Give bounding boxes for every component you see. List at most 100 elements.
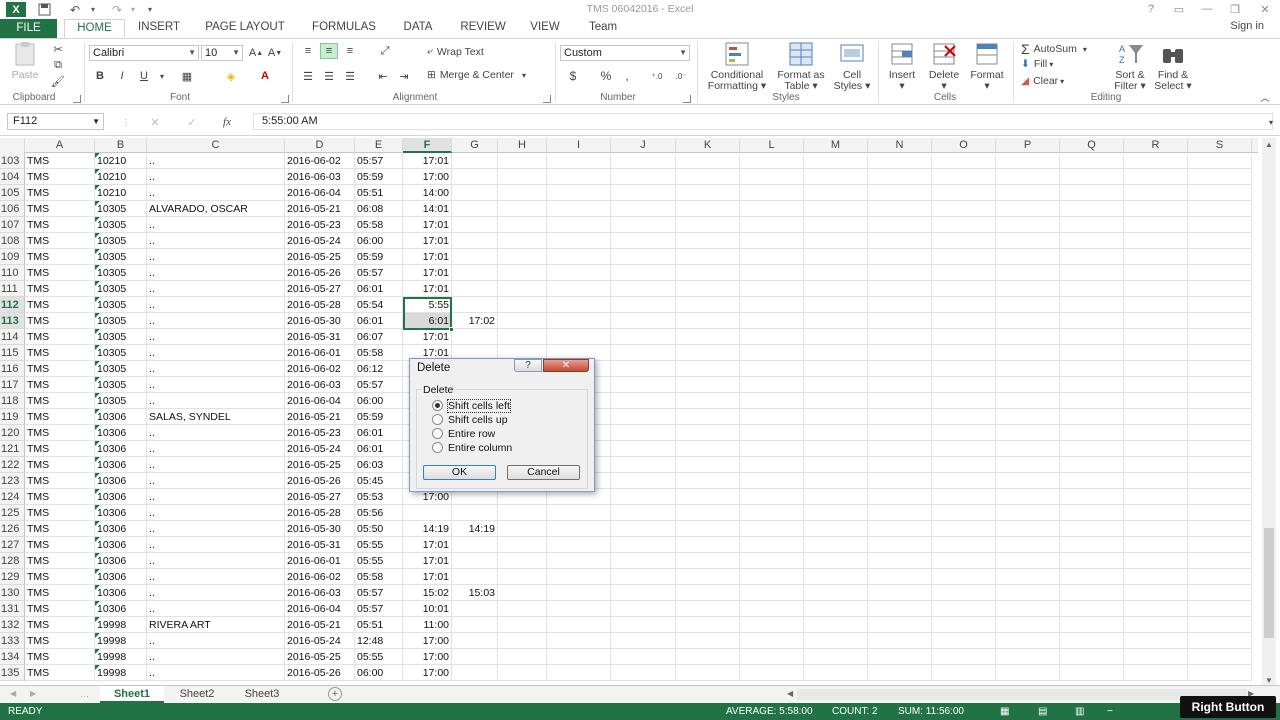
find-select-button[interactable]: Find & Select ▾ [1152, 41, 1194, 92]
cell-d[interactable]: 2016-05-25 [285, 457, 355, 473]
cell-f[interactable]: 5:55 [403, 297, 452, 313]
cell-o[interactable] [932, 505, 996, 521]
cell-a[interactable]: TMS [25, 233, 95, 249]
cell-h[interactable] [498, 169, 547, 185]
row-header[interactable]: 124 [0, 489, 25, 505]
cell-a[interactable]: TMS [25, 489, 95, 505]
cell-o[interactable] [932, 553, 996, 569]
cell-p[interactable] [996, 201, 1060, 217]
column-header-h[interactable]: H [498, 138, 547, 153]
cell-s[interactable] [1188, 201, 1252, 217]
row-header[interactable]: 110 [0, 265, 25, 281]
cell-d[interactable]: 2016-06-04 [285, 393, 355, 409]
help-icon[interactable]: ? [1140, 1, 1162, 17]
cell-s[interactable] [1188, 329, 1252, 345]
minimize-icon[interactable]: — [1196, 1, 1218, 17]
column-header-o[interactable]: O [932, 138, 996, 153]
cell-p[interactable] [996, 569, 1060, 585]
tab-team[interactable]: Team [579, 19, 627, 38]
cell-c[interactable]: .. [147, 457, 285, 473]
cell-p[interactable] [996, 633, 1060, 649]
cell-p[interactable] [996, 393, 1060, 409]
cell-g[interactable] [452, 217, 498, 233]
cell-q[interactable] [1060, 633, 1124, 649]
cell-b[interactable]: 10306 [95, 569, 147, 585]
cell-g[interactable] [452, 537, 498, 553]
cell-d[interactable]: 2016-06-02 [285, 153, 355, 169]
increase-indent-icon[interactable]: ⇥ [395, 68, 413, 84]
tab-formulas[interactable]: FORMULAS [305, 19, 383, 38]
cell-o[interactable] [932, 521, 996, 537]
cell-r[interactable] [1124, 169, 1188, 185]
cell-s[interactable] [1188, 377, 1252, 393]
cell-e[interactable]: 05:51 [355, 185, 403, 201]
cell-g[interactable] [452, 505, 498, 521]
cell-q[interactable] [1060, 169, 1124, 185]
cell-k[interactable] [676, 649, 740, 665]
cell-n[interactable] [868, 537, 932, 553]
cell-f[interactable]: 17:01 [403, 265, 452, 281]
cell-s[interactable] [1188, 233, 1252, 249]
cell-r[interactable] [1124, 425, 1188, 441]
cell-h[interactable] [498, 265, 547, 281]
cell-h[interactable] [498, 201, 547, 217]
cell-q[interactable] [1060, 153, 1124, 169]
cell-b[interactable]: 10306 [95, 601, 147, 617]
scroll-left-icon[interactable]: ◀ [787, 689, 793, 698]
cell-o[interactable] [932, 537, 996, 553]
cell-g[interactable] [452, 233, 498, 249]
cell-o[interactable] [932, 153, 996, 169]
cell-r[interactable] [1124, 217, 1188, 233]
ribbon-display-icon[interactable]: ▭ [1168, 1, 1190, 17]
cell-s[interactable] [1188, 217, 1252, 233]
cell-r[interactable] [1124, 457, 1188, 473]
cell-b[interactable]: 19998 [95, 617, 147, 633]
decrease-decimal-icon[interactable]: .0⁻ [672, 68, 690, 84]
cell-g[interactable] [452, 169, 498, 185]
insert-button[interactable]: Insert ▾ [884, 41, 920, 92]
cell-e[interactable]: 05:53 [355, 489, 403, 505]
cell-o[interactable] [932, 569, 996, 585]
cell-b[interactable]: 10305 [95, 313, 147, 329]
cell-p[interactable] [996, 297, 1060, 313]
cell-l[interactable] [740, 649, 804, 665]
cell-l[interactable] [740, 457, 804, 473]
cell-m[interactable] [804, 441, 868, 457]
cell-s[interactable] [1188, 441, 1252, 457]
cell-l[interactable] [740, 521, 804, 537]
cell-r[interactable] [1124, 377, 1188, 393]
cell-p[interactable] [996, 537, 1060, 553]
cell-k[interactable] [676, 185, 740, 201]
cell-a[interactable]: TMS [25, 601, 95, 617]
cell-q[interactable] [1060, 489, 1124, 505]
cell-p[interactable] [996, 665, 1060, 681]
cell-d[interactable]: 2016-05-21 [285, 409, 355, 425]
cell-i[interactable] [547, 569, 611, 585]
delete-button[interactable]: Delete ▾ [926, 41, 962, 92]
row-header[interactable]: 103 [0, 153, 25, 169]
cell-r[interactable] [1124, 281, 1188, 297]
cell-a[interactable]: TMS [25, 441, 95, 457]
cell-m[interactable] [804, 569, 868, 585]
cell-b[interactable]: 10305 [95, 297, 147, 313]
cell-k[interactable] [676, 473, 740, 489]
column-header-n[interactable]: N [868, 138, 932, 153]
row-header[interactable]: 123 [0, 473, 25, 489]
cell-j[interactable] [611, 473, 676, 489]
cell-i[interactable] [547, 313, 611, 329]
cell-r[interactable] [1124, 553, 1188, 569]
cell-a[interactable]: TMS [25, 665, 95, 681]
cell-e[interactable]: 05:57 [355, 601, 403, 617]
cell-m[interactable] [804, 361, 868, 377]
cell-k[interactable] [676, 569, 740, 585]
cell-h[interactable] [498, 329, 547, 345]
cell-p[interactable] [996, 281, 1060, 297]
cell-a[interactable]: TMS [25, 457, 95, 473]
cell-b[interactable]: 10305 [95, 281, 147, 297]
cell-k[interactable] [676, 425, 740, 441]
cell-l[interactable] [740, 265, 804, 281]
cell-a[interactable]: TMS [25, 297, 95, 313]
cell-h[interactable] [498, 665, 547, 681]
cell-f[interactable]: 6:01 [403, 313, 452, 329]
cell-j[interactable] [611, 521, 676, 537]
